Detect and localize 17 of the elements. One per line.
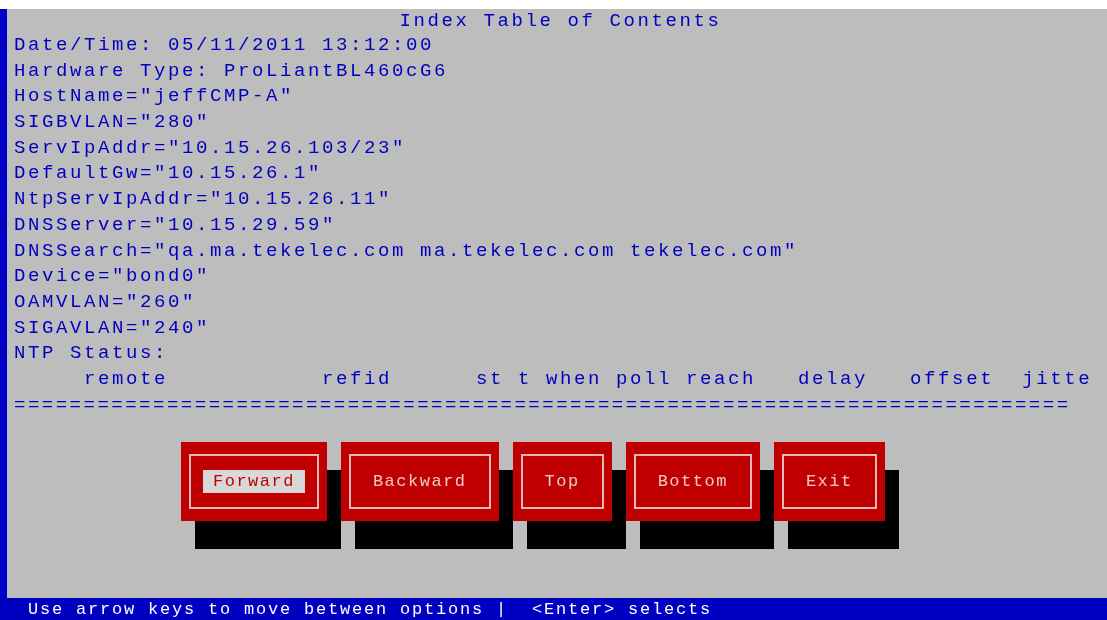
info-line: SIGBVLAN="280" xyxy=(14,110,212,136)
status-bar: Use arrow keys to move between options | <Enter> selects xyxy=(0,598,1107,620)
info-line: Date/Time: 05/11/2011 13:12:00 xyxy=(14,33,436,58)
info-line: HostName="jeffCMP-A" xyxy=(14,84,296,110)
info-line: Device="bond0" xyxy=(14,264,212,290)
info-line: OAMVLAN="260" xyxy=(14,289,198,315)
info-line: DefaultGw="10.15.26.1" xyxy=(14,161,324,187)
info-line: DNSServer="10.15.29.59" xyxy=(14,212,338,238)
ntp-column-header: remote refid st t when poll reach delay offset jitte xyxy=(83,366,1094,392)
info-line: NtpServIpAddr="10.15.26.11" xyxy=(14,187,394,213)
info-line: SIGAVLAN="240" xyxy=(14,315,212,341)
screen-title: Index Table of Contents xyxy=(398,9,723,33)
separator-line: ============================================================================ xyxy=(14,392,1072,418)
info-line: Hardware Type: ProLiantBL460cG6 xyxy=(14,58,450,84)
info-line: ServIpAddr="10.15.26.103/23" xyxy=(14,135,408,161)
info-line: DNSSearch="qa.ma.tekelec.com ma.tekelec.com tekelec.com" xyxy=(14,238,800,264)
info-line: NTP Status: xyxy=(14,341,170,367)
